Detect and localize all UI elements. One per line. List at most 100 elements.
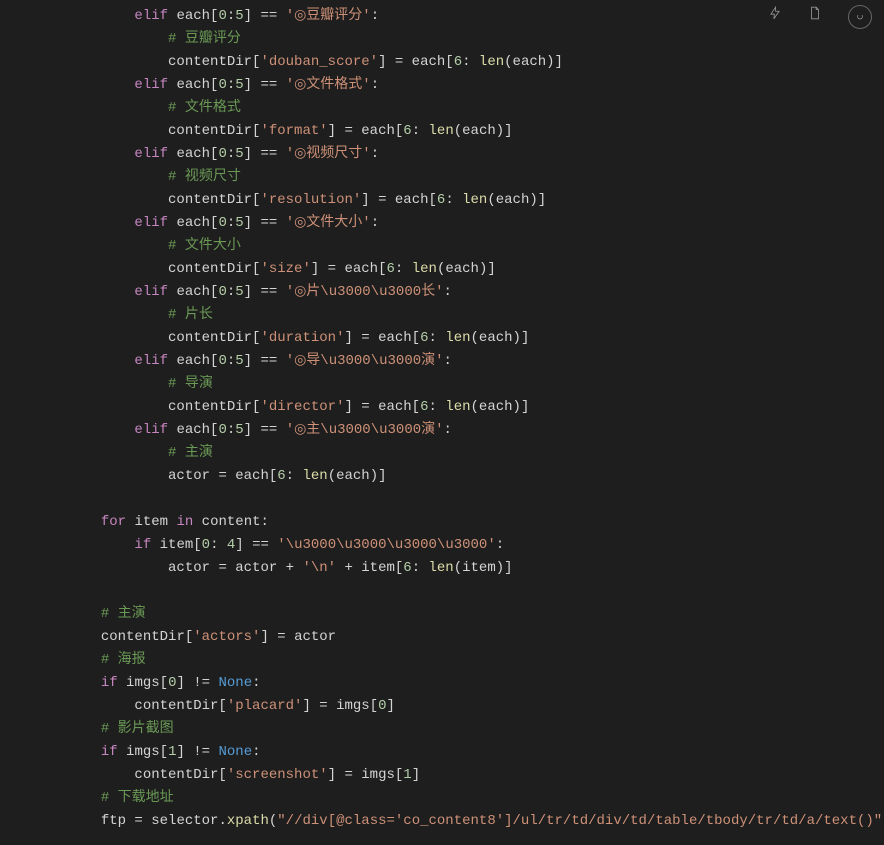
code-comment: # 下载地址 xyxy=(101,790,174,806)
code-text: ] = imgs[ xyxy=(328,767,404,783)
code-string: "//div[@class='co_content8']/ul/tr/td/di… xyxy=(277,813,882,829)
code-number: 5 xyxy=(235,353,243,369)
code-function: len xyxy=(302,468,327,484)
code-number: 6 xyxy=(277,468,285,484)
code-text: (each)] xyxy=(437,261,496,277)
code-function: len xyxy=(479,54,504,70)
code-text: item[ xyxy=(151,537,201,553)
code-text: contentDir[ xyxy=(168,261,260,277)
code-number: 5 xyxy=(235,284,243,300)
code-comment: # 片长 xyxy=(168,307,213,323)
code-text: ] == xyxy=(244,77,286,93)
code-text: each[ xyxy=(176,8,218,24)
code-text: : xyxy=(227,353,235,369)
code-text: ] == xyxy=(244,215,286,231)
code-text: each[ xyxy=(176,284,218,300)
code-text: : xyxy=(252,675,260,691)
code-text: : xyxy=(371,146,379,162)
code-function: len xyxy=(412,261,437,277)
code-text: : xyxy=(445,192,462,208)
code-text: ] != xyxy=(176,744,218,760)
code-text: ] = each[ xyxy=(344,330,420,346)
code-text: : xyxy=(286,468,303,484)
code-text: contentDir[ xyxy=(168,54,260,70)
code-text: : xyxy=(371,8,379,24)
code-string: 'resolution' xyxy=(260,192,361,208)
code-text: each[ xyxy=(176,146,218,162)
code-text: ] = each[ xyxy=(361,192,437,208)
code-text: contentDir[ xyxy=(168,399,260,415)
code-text: imgs[ xyxy=(118,675,168,691)
code-text: contentDir[ xyxy=(168,123,260,139)
code-text: item xyxy=(126,514,176,530)
code-text: : xyxy=(444,284,452,300)
code-number: 5 xyxy=(235,146,243,162)
code-text: ] == xyxy=(244,422,286,438)
lightning-icon[interactable] xyxy=(768,6,782,29)
code-function: len xyxy=(429,123,454,139)
code-editor[interactable]: elif each[0:5] == '◎豆瓣评分': # 豆瓣评分 conten… xyxy=(0,0,884,833)
code-text: : xyxy=(227,215,235,231)
code-number: 0 xyxy=(218,284,226,300)
code-text: : xyxy=(462,54,479,70)
code-number: 6 xyxy=(403,560,411,576)
code-function: len xyxy=(462,192,487,208)
code-string: '\n' xyxy=(302,560,336,576)
code-text: : xyxy=(444,422,452,438)
keyword-elif: elif xyxy=(134,284,168,300)
code-text: ] = each[ xyxy=(344,399,420,415)
code-string: 'size' xyxy=(260,261,310,277)
code-text: ] == xyxy=(244,353,286,369)
code-text: ] = each[ xyxy=(378,54,454,70)
code-string: '◎主\u3000\u3000演' xyxy=(286,422,444,438)
keyword-if: if xyxy=(134,537,151,553)
code-number: 5 xyxy=(235,77,243,93)
code-text: contentDir[ xyxy=(168,330,260,346)
code-text: : xyxy=(371,77,379,93)
code-number: 6 xyxy=(454,54,462,70)
code-number: 0 xyxy=(218,8,226,24)
keyword-for: for xyxy=(101,514,126,530)
code-number: 6 xyxy=(387,261,395,277)
code-text: each[ xyxy=(176,77,218,93)
code-string: '◎文件大小' xyxy=(286,215,371,231)
code-text: : xyxy=(227,422,235,438)
code-function: len xyxy=(445,330,470,346)
code-text: : xyxy=(227,284,235,300)
code-text: contentDir[ xyxy=(134,698,226,714)
code-text: imgs[ xyxy=(118,744,168,760)
code-comment: # 海报 xyxy=(101,652,146,668)
code-string: 'screenshot' xyxy=(227,767,328,783)
code-number: 6 xyxy=(403,123,411,139)
code-number: 5 xyxy=(235,422,243,438)
code-number: 6 xyxy=(420,330,428,346)
code-number: 6 xyxy=(420,399,428,415)
code-number: 0 xyxy=(218,353,226,369)
editor-toolbar xyxy=(768,5,872,29)
code-text: (each)] xyxy=(454,123,513,139)
code-text: ] == xyxy=(244,284,286,300)
code-text: : xyxy=(371,215,379,231)
code-text: : xyxy=(429,399,446,415)
code-text: (each)] xyxy=(487,192,546,208)
code-number: 0 xyxy=(218,77,226,93)
code-text: : xyxy=(227,8,235,24)
code-number: 5 xyxy=(235,8,243,24)
code-text: ] == xyxy=(235,537,277,553)
code-string: '◎导\u3000\u3000演' xyxy=(286,353,444,369)
file-icon[interactable] xyxy=(808,6,822,29)
code-function: len xyxy=(429,560,454,576)
code-text: contentDir[ xyxy=(134,767,226,783)
code-text: ] xyxy=(412,767,420,783)
code-function: len xyxy=(445,399,470,415)
code-string: 'director' xyxy=(260,399,344,415)
code-text: + item[ xyxy=(336,560,403,576)
code-text: (each)] xyxy=(471,330,530,346)
code-number: 0 xyxy=(378,698,386,714)
code-comment: # 主演 xyxy=(101,606,146,622)
code-text: (each)] xyxy=(328,468,387,484)
circle-icon[interactable] xyxy=(848,5,872,29)
code-number: 1 xyxy=(403,767,411,783)
code-number: 0 xyxy=(218,422,226,438)
code-text: content: xyxy=(193,514,269,530)
